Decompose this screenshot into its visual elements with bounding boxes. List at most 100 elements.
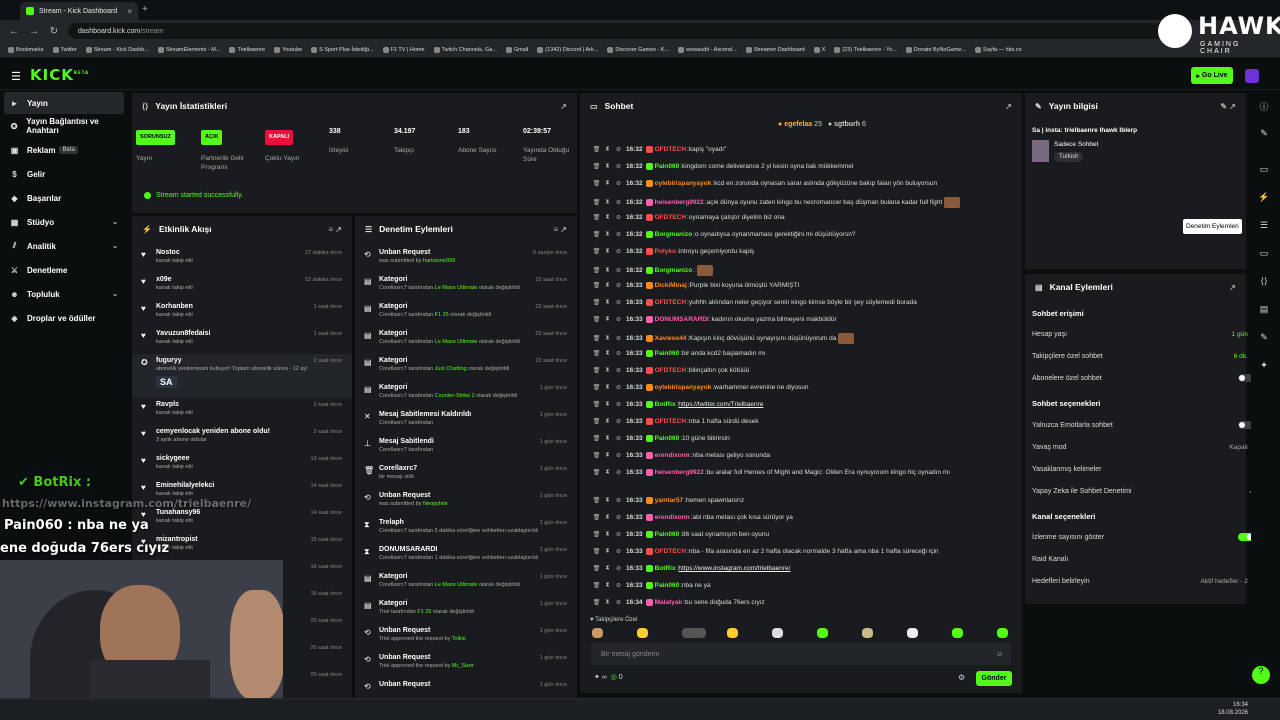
detail-highlight[interactable]: Le Mans Ultimate bbox=[435, 339, 478, 345]
kick-logo[interactable]: KICKBETA bbox=[30, 66, 89, 84]
bookmark-item[interactable]: Donate ByNoGame... bbox=[905, 46, 966, 53]
timeout-icon[interactable]: ⧗ bbox=[602, 146, 613, 153]
timeout-icon[interactable]: ⧗ bbox=[602, 435, 613, 442]
menu-icon[interactable]: ☰ bbox=[11, 70, 21, 83]
raid-row[interactable]: Raid Kanalı bbox=[1032, 552, 1254, 566]
info-icon[interactable]: ⓘ bbox=[1257, 100, 1271, 114]
new-tab-icon[interactable]: + bbox=[142, 4, 148, 15]
timeout-icon[interactable]: ⧗ bbox=[602, 418, 613, 425]
pin-icon[interactable]: 🗑 bbox=[591, 214, 602, 221]
emote-icon[interactable] bbox=[682, 628, 706, 638]
ban-icon[interactable]: ⊘ bbox=[613, 350, 624, 357]
ban-icon[interactable]: ⊘ bbox=[613, 401, 624, 408]
emote-icon[interactable] bbox=[637, 628, 648, 638]
pin-icon[interactable]: 🗑 bbox=[591, 514, 602, 521]
avatar[interactable] bbox=[1245, 69, 1259, 83]
chat-settings-icon[interactable]: ⚙ bbox=[958, 673, 965, 682]
sidebar-item[interactable]: ✪ Yayın Bağlantısı ve Anahtarı bbox=[4, 115, 124, 137]
pin-icon[interactable]: 🗑 bbox=[591, 350, 602, 357]
filter-icon[interactable]: ≡ ↗ bbox=[553, 225, 567, 234]
sidebar-item[interactable]: ◆ Başarılar bbox=[4, 187, 124, 209]
chat-username[interactable]: erendixonn bbox=[655, 452, 690, 459]
timeout-icon[interactable]: ⧗ bbox=[602, 582, 613, 589]
pin-icon[interactable]: 🗑 bbox=[591, 282, 602, 289]
edit-icon[interactable]: ✎ bbox=[1257, 128, 1271, 142]
timeout-icon[interactable]: ⧗ bbox=[602, 469, 613, 476]
pin-icon[interactable]: 🗑 bbox=[591, 599, 602, 606]
chat-text[interactable]: https://www.instagram.com/trielbaenre/ bbox=[678, 565, 790, 572]
chat-username[interactable]: Polyko bbox=[655, 248, 676, 255]
emote-icon[interactable] bbox=[727, 628, 738, 638]
timeout-icon[interactable]: ⧗ bbox=[602, 163, 613, 170]
timeout-icon[interactable]: ⧗ bbox=[602, 548, 613, 555]
bookmark-item[interactable]: Bookmarks bbox=[8, 46, 44, 53]
bookmark-item[interactable]: StreamElements - M... bbox=[157, 46, 220, 53]
sidebar-item[interactable]: $ Gelir bbox=[4, 163, 124, 185]
mod-tools-icon[interactable]: ✦ ∞ bbox=[594, 674, 607, 681]
banned-words-row[interactable]: Yasaklanmış kelimeler› bbox=[1032, 462, 1254, 476]
pin-icon[interactable]: 🗑 bbox=[591, 199, 602, 206]
ban-icon[interactable]: ⊘ bbox=[613, 367, 624, 374]
ban-icon[interactable]: ⊘ bbox=[613, 180, 624, 187]
pin-icon[interactable]: 🗑 bbox=[591, 163, 602, 170]
detail-highlight[interactable]: Just Chatting bbox=[435, 366, 467, 372]
chat-input[interactable]: Bir mesaj gönderin ☺ bbox=[591, 643, 1011, 665]
ban-icon[interactable]: ⊘ bbox=[613, 565, 624, 572]
chat-username[interactable]: Pain060 bbox=[655, 531, 680, 538]
ban-icon[interactable]: ⊘ bbox=[613, 214, 624, 221]
top-user-name[interactable]: egefelaa bbox=[784, 121, 812, 128]
followers-chat-row[interactable]: Takipçilere özel sohbet6 dk.› bbox=[1032, 349, 1254, 363]
ban-icon[interactable]: ⊘ bbox=[613, 497, 624, 504]
ban-icon[interactable]: ⊘ bbox=[613, 335, 624, 342]
ban-icon[interactable]: ⊘ bbox=[613, 384, 624, 391]
category-name[interactable]: Sadece Sohbet bbox=[1054, 141, 1098, 148]
chat-username[interactable]: OFDTECH bbox=[655, 367, 686, 374]
chat-username[interactable]: heisenberg9922 bbox=[655, 199, 704, 206]
timeout-icon[interactable]: ⧗ bbox=[602, 452, 613, 459]
pin-icon[interactable]: 🗑 bbox=[591, 248, 602, 255]
detail-highlight[interactable]: F1 25 bbox=[417, 609, 431, 615]
ban-icon[interactable]: ⊘ bbox=[613, 199, 624, 206]
emote-icon[interactable] bbox=[997, 628, 1008, 638]
go-live-button[interactable]: ▸ Go Live bbox=[1191, 67, 1233, 84]
emoji-icon[interactable]: ☺ bbox=[996, 651, 1003, 658]
timeout-icon[interactable]: ⧗ bbox=[602, 350, 613, 357]
chat-username[interactable]: OFDTECH bbox=[655, 214, 686, 221]
list-icon[interactable]: ☰ bbox=[1257, 220, 1271, 234]
emote-icon[interactable] bbox=[862, 628, 873, 638]
pin-icon[interactable]: 🗑 bbox=[591, 548, 602, 555]
detail-highlight[interactable]: Tolkie bbox=[452, 636, 466, 642]
bookmark-item[interactable]: F1 TV | Home bbox=[382, 46, 425, 53]
timeout-icon[interactable]: ⧗ bbox=[602, 248, 613, 255]
bookmark-item[interactable]: wowaudit - Ascend... bbox=[678, 46, 737, 53]
popout-icon[interactable]: ↗ bbox=[1229, 283, 1236, 292]
ban-icon[interactable]: ⊘ bbox=[613, 316, 624, 323]
pin-icon[interactable]: 🗑 bbox=[591, 418, 602, 425]
timeout-icon[interactable]: ⧗ bbox=[602, 514, 613, 521]
timeout-icon[interactable]: ⧗ bbox=[602, 531, 613, 538]
chat-username[interactable]: Malatyalı bbox=[655, 599, 682, 606]
sidebar-item[interactable]: ⫽ Analitik ⌄ bbox=[4, 235, 124, 257]
player-icon[interactable]: ▭ bbox=[1257, 164, 1271, 178]
bookmark-item[interactable]: Trielbaenre bbox=[229, 46, 265, 53]
send-button[interactable]: Gönder bbox=[976, 671, 1012, 686]
chat-username[interactable]: Borgmanizo bbox=[655, 231, 693, 238]
ban-icon[interactable]: ⊘ bbox=[613, 452, 624, 459]
ban-icon[interactable]: ⊘ bbox=[613, 514, 624, 521]
detail-highlight[interactable]: hartstone999 bbox=[423, 258, 455, 264]
timeout-icon[interactable]: ⧗ bbox=[602, 282, 613, 289]
pin-icon[interactable]: 🗑 bbox=[591, 299, 602, 306]
bookmark-item[interactable]: Twitch Channels, Ga... bbox=[433, 46, 497, 53]
bookmark-item[interactable]: (1342) Discord | Ark... bbox=[537, 46, 598, 53]
timeout-icon[interactable]: ⧗ bbox=[602, 299, 613, 306]
bookmark-item[interactable]: Stream - Kick Dashb... bbox=[85, 46, 149, 53]
browser-tab[interactable]: Stream - Kick Dashboard × bbox=[20, 2, 138, 20]
timeout-icon[interactable]: ⧗ bbox=[602, 180, 613, 187]
detail-highlight[interactable]: Neopyhite bbox=[423, 501, 448, 507]
chat-username[interactable]: BotRix bbox=[655, 565, 676, 572]
ban-icon[interactable]: ⊘ bbox=[613, 435, 624, 442]
ban-icon[interactable]: ⊘ bbox=[613, 599, 624, 606]
bookmark-item[interactable]: S Sport Plus-İstediği... bbox=[311, 46, 374, 53]
account-age-row[interactable]: Hesap yaşı1 gün› bbox=[1032, 327, 1254, 341]
pin-icon[interactable]: 🗑 bbox=[591, 469, 602, 476]
